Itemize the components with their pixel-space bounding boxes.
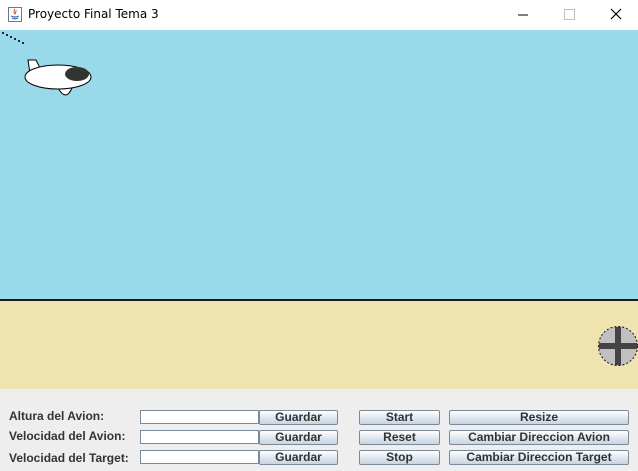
guardar-velocidad-target-button[interactable]: Guardar — [259, 450, 338, 465]
resize-button[interactable]: Resize — [449, 410, 629, 425]
title-bar[interactable]: Proyecto Final Tema 3 — [0, 0, 638, 30]
game-scene — [2, 32, 638, 366]
start-button[interactable]: Start — [359, 410, 440, 425]
maximize-button[interactable] — [546, 0, 592, 30]
cambiar-direccion-avion-button[interactable]: Cambiar Direccion Avion — [449, 430, 629, 445]
reset-button[interactable]: Reset — [359, 430, 440, 445]
app-window: Proyecto Final Tema 3 Altura del Avion: … — [0, 0, 638, 471]
stop-button[interactable]: Stop — [359, 450, 440, 465]
window-title: Proyecto Final Tema 3 — [28, 7, 159, 21]
guardar-altura-button[interactable]: Guardar — [259, 410, 338, 425]
cambiar-direccion-target-button[interactable]: Cambiar Direccion Target — [449, 450, 629, 465]
control-panel: Altura del Avion: Guardar Start Resize V… — [0, 389, 638, 471]
velocidad-target-input[interactable] — [140, 450, 259, 464]
altura-avion-label: Altura del Avion: — [9, 409, 105, 423]
java-icon — [8, 7, 22, 22]
altura-avion-input[interactable] — [140, 410, 259, 424]
close-icon — [610, 8, 622, 20]
maximize-icon — [564, 9, 575, 20]
airplane-icon[interactable] — [24, 59, 92, 96]
crosshair-target-icon[interactable] — [598, 326, 638, 366]
guardar-velocidad-avion-button[interactable]: Guardar — [259, 430, 338, 445]
minimize-icon — [518, 14, 528, 16]
velocidad-avion-label: Velocidad del Avion: — [9, 429, 126, 443]
velocidad-avion-input[interactable] — [140, 430, 259, 444]
minimize-button[interactable] — [500, 0, 546, 30]
close-button[interactable] — [592, 0, 638, 30]
velocidad-target-label: Velocidad del Target: — [9, 451, 129, 465]
flight-trail — [2, 32, 24, 44]
